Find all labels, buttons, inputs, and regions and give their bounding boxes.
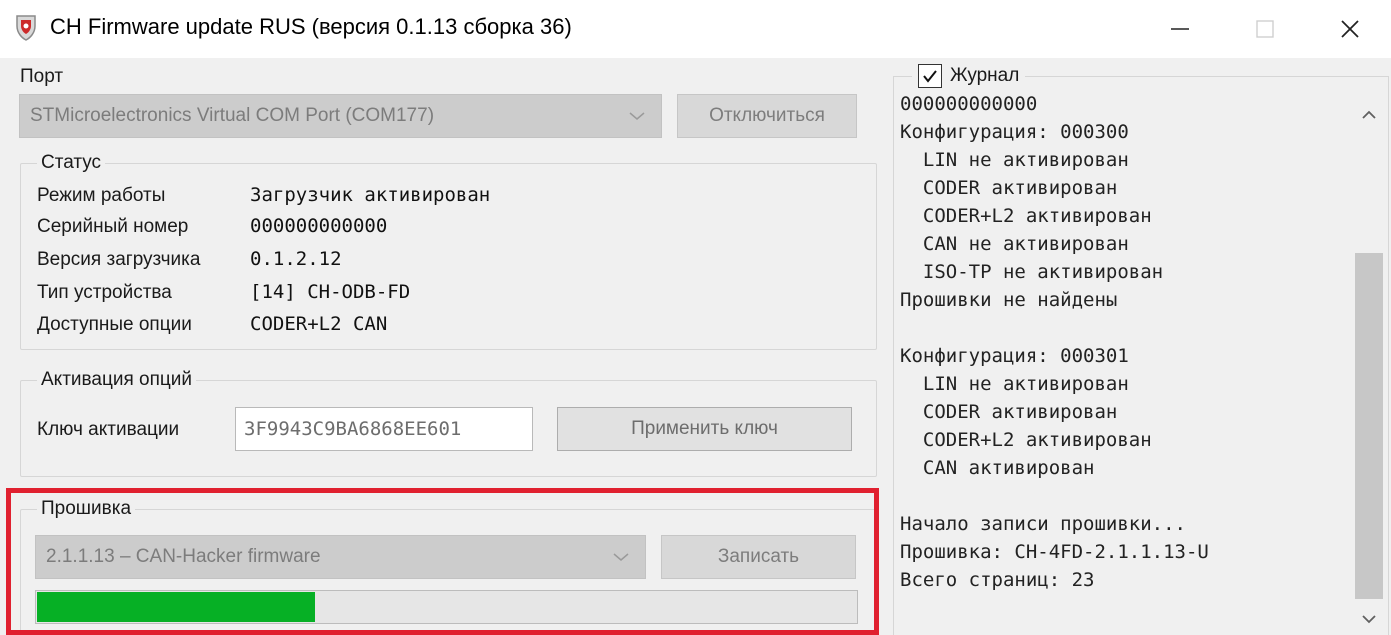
activation-legend: Активация опций [37, 369, 196, 391]
minimize-button[interactable] [1150, 0, 1210, 58]
log-line: Всего страниц: 23 [900, 569, 1095, 591]
maximize-button[interactable] [1235, 0, 1295, 58]
log-legend[interactable]: Журнал [912, 64, 1026, 88]
log-textarea[interactable]: 000000000000 Конфигурация: 000300 LIN не … [900, 90, 1348, 635]
log-line: Прошивка: CH-4FD-2.1.1.13-U [900, 541, 1209, 563]
status-label-bootloader: Версия загрузчика [37, 249, 201, 270]
chevron-down-icon [1362, 614, 1376, 623]
log-line: Конфигурация: 000301 [900, 345, 1129, 367]
status-label-serial: Серийный номер [37, 216, 189, 237]
log-legend-label: Журнал [950, 65, 1020, 86]
log-line: CODER+L2 активирован [900, 205, 1152, 227]
apply-key-button[interactable]: Применить ключ [557, 407, 852, 451]
log-line: ISO-TP не активирован [900, 261, 1164, 283]
chevron-up-icon [1362, 110, 1376, 119]
log-line: CAN не активирован [900, 233, 1129, 255]
log-line: Начало записи прошивки... [900, 513, 1186, 535]
log-line: Конфигурация: 000300 [900, 121, 1129, 143]
status-label-mode: Режим работы [37, 185, 166, 206]
log-line: Прошивки не найдены [900, 289, 1118, 311]
log-line: CAN активирован [900, 457, 1095, 479]
window-title: CH Firmware update RUS (версия 0.1.13 сб… [50, 14, 572, 39]
close-icon [1341, 20, 1359, 38]
shield-app-icon [14, 14, 38, 42]
log-checkbox[interactable] [918, 64, 942, 88]
status-legend: Статус [37, 152, 106, 174]
port-label: Порт [20, 66, 64, 87]
status-label-device: Тип устройства [37, 282, 172, 303]
minimize-icon [1171, 28, 1189, 30]
activation-key-input[interactable]: 3F9943C9BA6868EE601 [235, 407, 533, 451]
close-button[interactable] [1320, 0, 1380, 58]
log-line: LIN не активирован [900, 149, 1129, 171]
status-label-options: Доступные опции [37, 314, 192, 335]
status-value-options: CODER+L2 CAN [250, 313, 388, 335]
status-value-device: [14] CH-ODB-FD [250, 281, 411, 303]
maximize-icon [1256, 20, 1274, 38]
log-line: CODER активирован [900, 401, 1118, 423]
scroll-down-button[interactable] [1352, 602, 1386, 635]
port-selected-value: STMicroelectronics Virtual COM Port (COM… [30, 105, 435, 126]
highlight-frame [6, 488, 879, 635]
status-value-serial: 000000000000 [250, 215, 388, 237]
log-line: 000000000000 [900, 93, 1038, 115]
status-value-bootloader: 0.1.2.12 [250, 248, 342, 270]
chevron-down-icon [629, 112, 645, 120]
log-line: CODER активирован [900, 177, 1118, 199]
status-value-mode: Загрузчик активирован [250, 184, 491, 206]
scroll-thumb[interactable] [1355, 253, 1383, 599]
checkmark-icon [923, 70, 937, 83]
disconnect-button[interactable]: Отключиться [677, 94, 857, 138]
port-select[interactable]: STMicroelectronics Virtual COM Port (COM… [19, 94, 662, 138]
scroll-up-button[interactable] [1352, 98, 1386, 132]
activation-key-label: Ключ активации [37, 419, 180, 440]
log-line: LIN не активирован [900, 373, 1129, 395]
log-line: CODER+L2 активирован [900, 429, 1152, 451]
